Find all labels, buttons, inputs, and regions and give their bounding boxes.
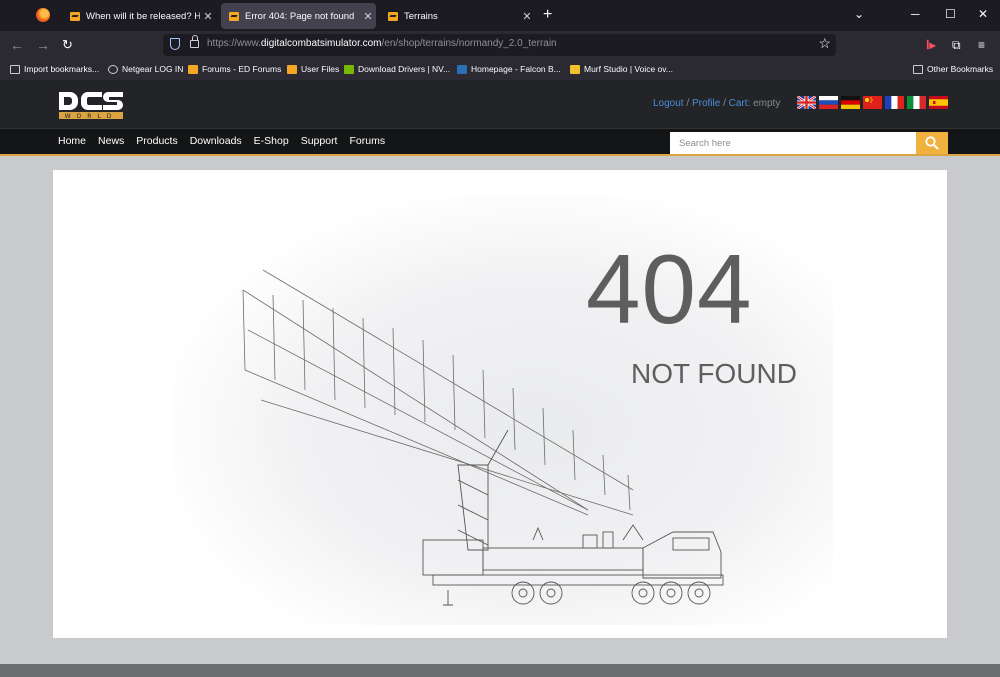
import-icon [10,64,20,74]
tracking-protection-shield-icon[interactable] [170,38,180,50]
url-prefix: https://www. [207,38,261,49]
cart-status: empty [753,98,781,109]
error-code: 404 [586,234,753,344]
menu-news[interactable]: News [98,135,124,147]
dcs-favicon [388,11,398,21]
bookmark-label: Import bookmarks... [24,64,100,74]
tab-when-released[interactable]: When will it be released? Hopef ✕ [62,3,216,29]
dcs-favicon [229,11,239,21]
reload-icon[interactable]: ↻ [62,37,73,53]
separator: / [723,98,726,109]
new-tab-icon[interactable]: + [543,6,552,24]
bookmark-user-files[interactable]: User Files [287,64,339,74]
profile-link[interactable]: Profile [692,98,720,109]
extensions-icon[interactable]: ⧉ [952,38,961,53]
site-header: WORLD Logout / Profile / Cart: empty [0,80,1000,128]
site-search-input[interactable] [670,132,916,154]
menu-hamburger-icon[interactable]: ≡ [978,38,985,52]
tab-title: When will it be released? Hopef [86,10,200,22]
bookmark-netgear[interactable]: Netgear LOG IN [108,64,183,74]
bookmark-import[interactable]: Import bookmarks... [10,64,99,74]
menu-home[interactable]: Home [58,135,86,147]
flag-italy-icon[interactable] [907,96,926,109]
menu-products[interactable]: Products [136,135,177,147]
bookmark-ed-forums[interactable]: Forums - ED Forums [188,64,281,74]
firefox-icon[interactable] [36,8,50,22]
pocket-icon[interactable]: Ⅰ▸ [926,38,936,52]
flag-spain-icon[interactable] [929,96,948,109]
tab-error-404[interactable]: Error 404: Page not found ✕ [221,3,376,29]
dcs-favicon [188,64,198,74]
bookmark-label: User Files [301,64,340,74]
browser-toolbar: ← → ↻ https://www.digitalcombatsimulator… [0,31,1000,60]
close-tab-icon[interactable]: ✕ [200,10,216,23]
url-text[interactable]: https://www.digitalcombatsimulator.com/e… [207,38,557,49]
url-path: /en/shop/terrains/normandy_2.0_terrain [381,38,557,49]
minimize-icon[interactable]: ─ [911,7,920,21]
bookmark-star-icon[interactable]: ☆ [818,35,831,52]
browser-tab-strip: When will it be released? Hopef ✕ Error … [0,0,1000,31]
nvidia-icon [344,64,354,74]
menu-downloads[interactable]: Downloads [190,135,242,147]
logout-link[interactable]: Logout [653,98,684,109]
dcs-favicon [70,11,80,21]
tab-list-chevron-icon[interactable]: ⌄ [854,7,864,21]
tab-title: Terrains [404,10,438,22]
falcon-icon [457,64,467,74]
dcs-favicon [287,64,297,74]
dcs-world-logo[interactable]: WORLD [58,90,124,120]
footer-strip [0,664,1000,677]
flag-china-icon[interactable] [863,96,882,109]
folder-icon [913,64,923,74]
bookmark-falcon[interactable]: Homepage - Falcon B... [457,64,561,74]
account-links: Logout / Profile / Cart: empty [653,98,780,109]
flag-uk-icon[interactable] [797,96,816,109]
bookmark-nvidia[interactable]: Download Drivers | NV... [344,64,450,74]
bookmark-label: Download Drivers | NV... [358,64,451,74]
menu-e-shop[interactable]: E-Shop [254,135,289,147]
cart-link[interactable]: Cart: [729,98,751,109]
menu-support[interactable]: Support [301,135,338,147]
error-card: 404 NOT FOUND [53,170,947,638]
back-icon[interactable]: ← [10,37,24,53]
address-bar[interactable]: https://www.digitalcombatsimulator.com/e… [163,34,836,56]
close-window-icon[interactable]: ✕ [978,7,988,21]
url-host: digitalcombatsimulator.com [260,38,382,49]
maximize-icon[interactable]: ☐ [945,7,956,21]
bookmark-label: Murf Studio | Voice ov... [584,64,673,74]
close-tab-icon[interactable]: ✕ [519,10,535,23]
other-bookmarks[interactable]: Other Bookmarks [913,64,993,74]
menu-forums[interactable]: Forums [349,135,385,147]
logo-subtitle: WORLD [65,113,118,120]
bookmark-label: Netgear LOG IN [122,64,184,74]
lock-icon[interactable] [190,35,199,48]
bookmark-label: Homepage - Falcon B... [471,64,561,74]
bookmarks-bar: Import bookmarks... Netgear LOG IN Forum… [0,60,1000,80]
flag-germany-icon[interactable] [841,96,860,109]
error-message: NOT FOUND [631,358,797,389]
search-button[interactable] [916,132,948,154]
separator: / [686,98,690,109]
flag-russia-icon[interactable] [819,96,838,109]
language-flags [797,96,948,109]
site-main-menu: Home News Products Downloads E-Shop Supp… [0,128,1000,156]
forward-icon[interactable]: → [36,37,50,53]
close-tab-icon[interactable]: ✕ [360,10,376,23]
search-icon [925,136,939,150]
web-page: WORLD Logout / Profile / Cart: empty Hom… [0,80,1000,677]
tab-title: Error 404: Page not found [245,10,355,22]
bookmark-label: Forums - ED Forums [202,64,282,74]
flag-france-icon[interactable] [885,96,904,109]
bookmark-murf[interactable]: Murf Studio | Voice ov... [570,64,673,74]
menu-items: Home News Products Downloads E-Shop Supp… [58,135,397,147]
tab-terrains[interactable]: Terrains ✕ [380,3,535,29]
other-bookmarks-label: Other Bookmarks [927,64,994,74]
globe-icon [108,64,118,74]
murf-icon [570,64,580,74]
